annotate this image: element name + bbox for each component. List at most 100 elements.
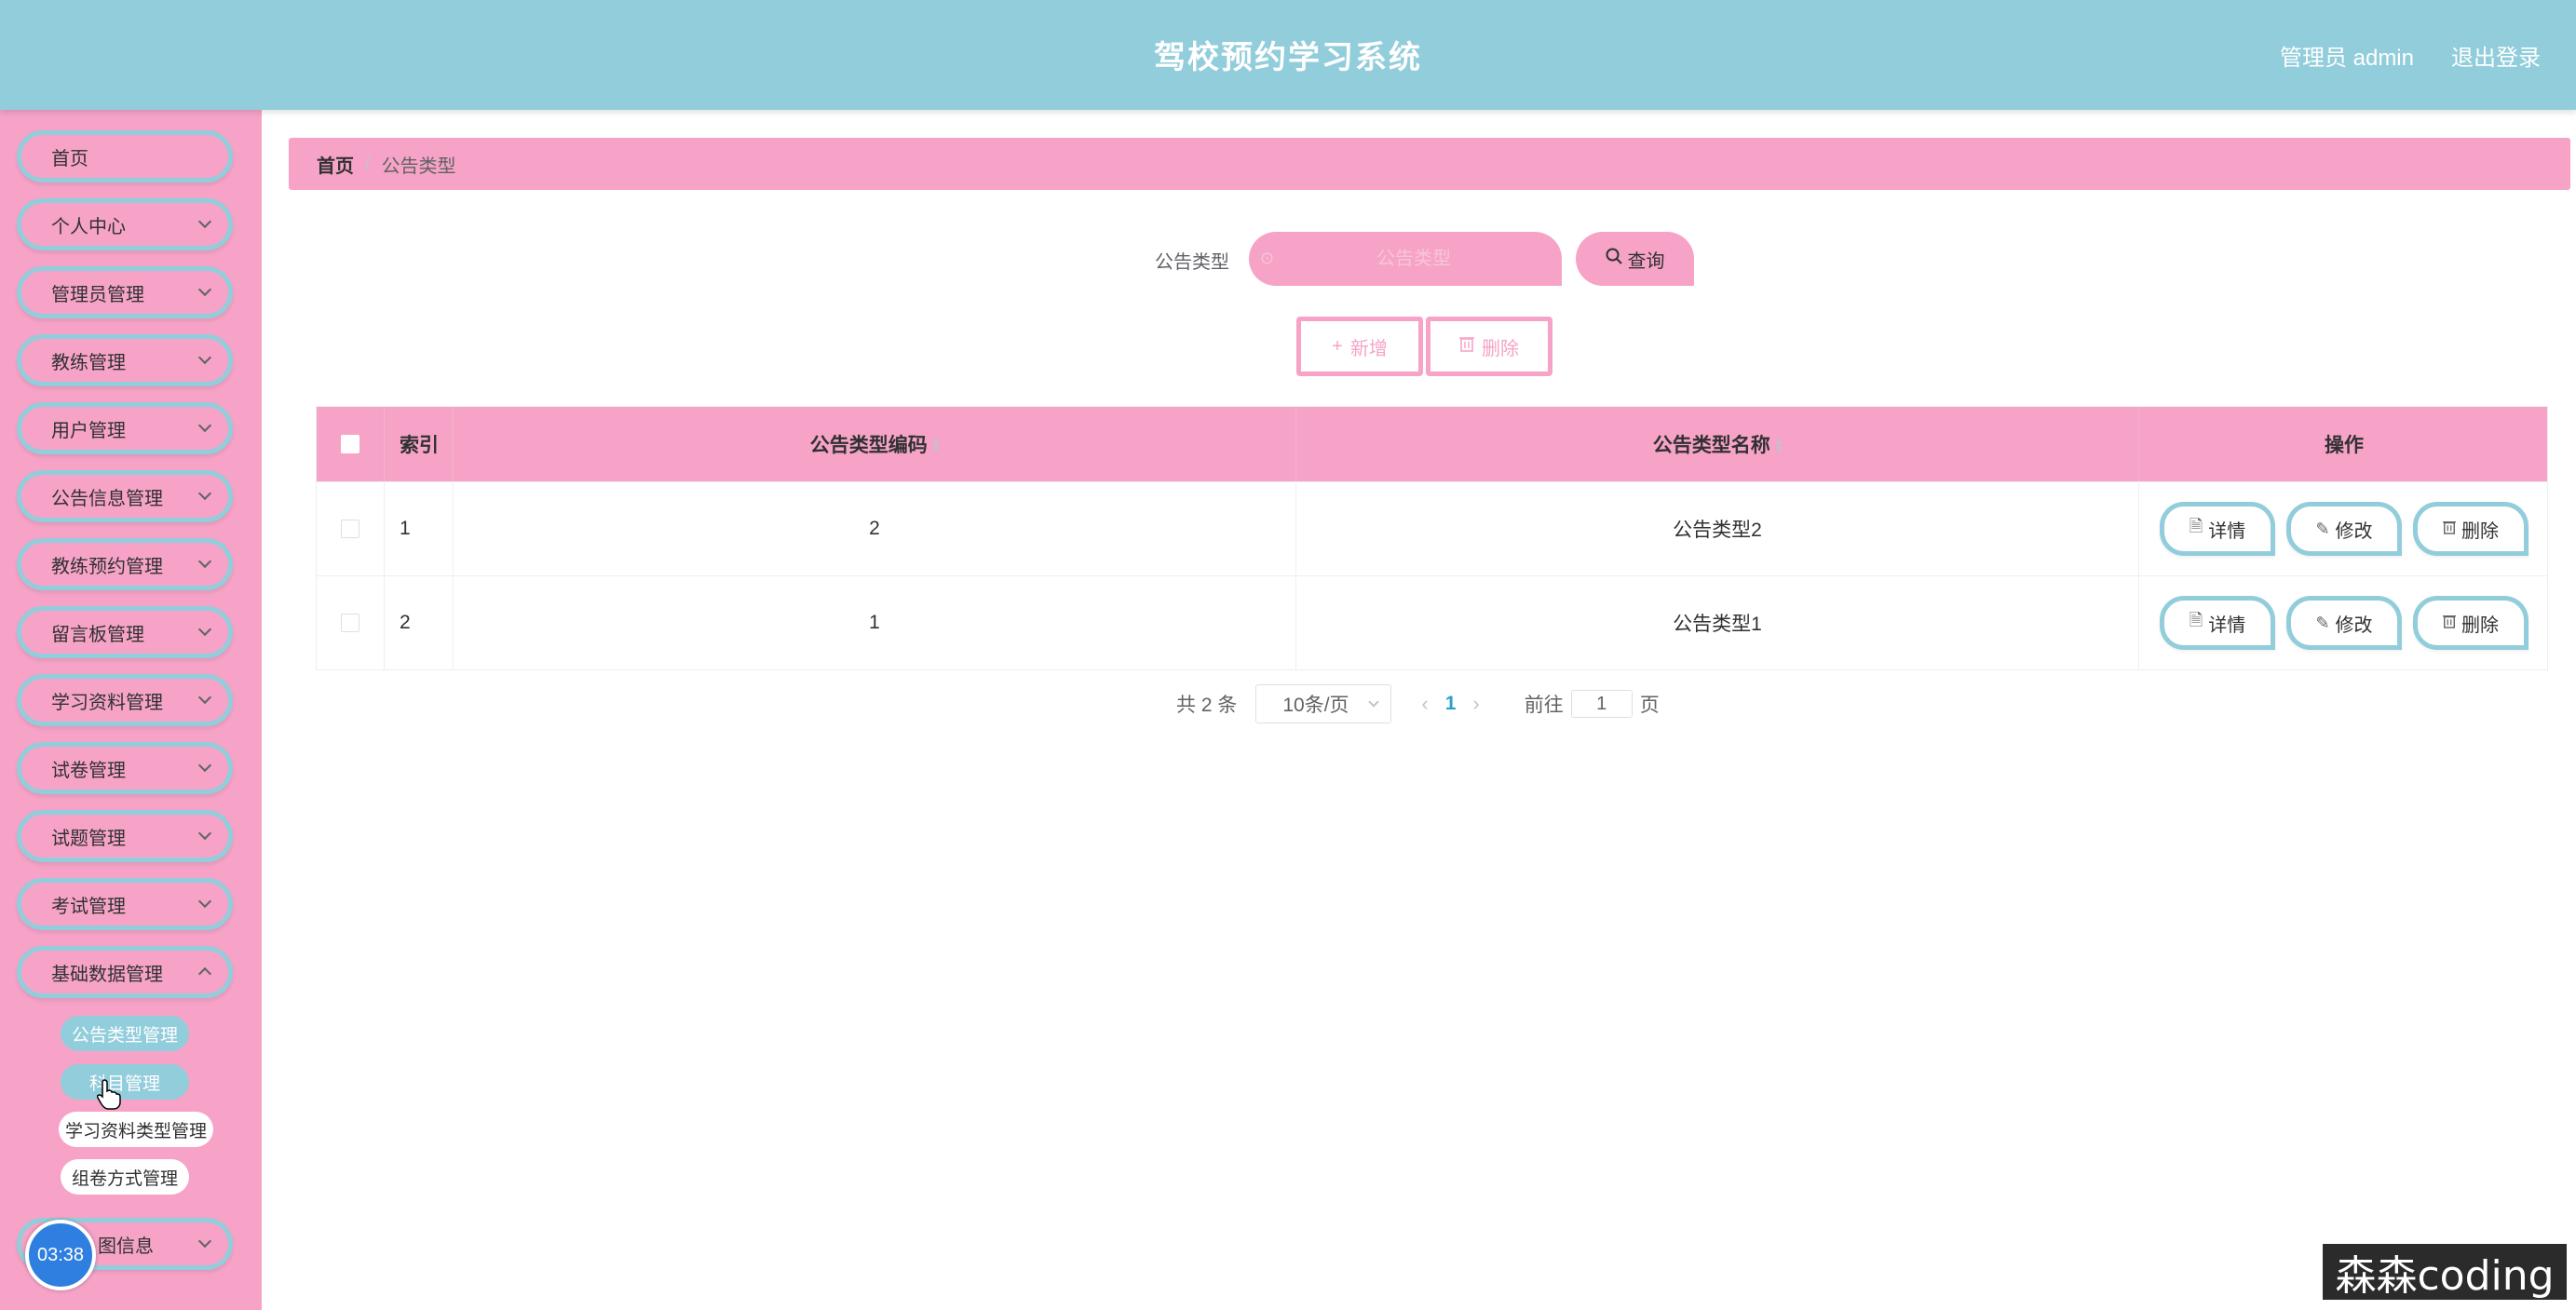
sidebar-item-admin-management[interactable]: 管理员管理 bbox=[17, 266, 233, 318]
sidebar-item-questions[interactable]: 试题管理 bbox=[17, 810, 233, 862]
pagination: 共 2 条 10条/页 ‹ 1 › 前往 页 bbox=[1176, 684, 1660, 723]
detail-button[interactable]: 🗎 详情 bbox=[2160, 596, 2275, 650]
data-table: 索引 公告类型编码 ▴ ▾ 公告类型名称 ▴ ▾ 操作 1 2 公告类型2 🗎 详情… bbox=[316, 406, 2548, 670]
chevron-down-icon bbox=[197, 826, 212, 841]
sidebar-item-home[interactable]: 首页 bbox=[17, 130, 233, 182]
page-size-select[interactable]: 10条/页 bbox=[1255, 684, 1392, 723]
watermark: 森森coding bbox=[2323, 1244, 2567, 1300]
trash-icon bbox=[2443, 520, 2456, 539]
timer-badge[interactable]: 03:38 bbox=[25, 1220, 96, 1290]
edit-button[interactable]: ✎ 修改 bbox=[2286, 502, 2402, 556]
trash-icon bbox=[1459, 335, 1474, 358]
page-number-current[interactable]: 1 bbox=[1445, 693, 1457, 715]
sidebar-item-label: 教练预约管理 bbox=[51, 556, 163, 577]
cell-actions: 🗎 详情 ✎ 修改 删除 bbox=[2139, 576, 2549, 669]
chevron-down-icon bbox=[197, 1234, 212, 1249]
sidebar-item-notice-management[interactable]: 公告信息管理 bbox=[17, 470, 233, 522]
select-all-checkbox[interactable] bbox=[341, 435, 359, 453]
column-header-label: 公告类型编码 bbox=[809, 435, 928, 456]
sidebar-item-exam-papers[interactable]: 试卷管理 bbox=[17, 742, 233, 794]
row-delete-button[interactable]: 删除 bbox=[2413, 596, 2529, 650]
edit-button[interactable]: ✎ 修改 bbox=[2286, 596, 2402, 650]
sidebar-item-base-data[interactable]: 基础数据管理 bbox=[17, 946, 233, 998]
search-icon: ⊙ bbox=[1260, 249, 1275, 267]
cell-name: 公告类型1 bbox=[1296, 576, 2139, 669]
cell-index: 1 bbox=[385, 482, 454, 575]
search-field[interactable]: ⊙ bbox=[1249, 232, 1562, 286]
goto-label: 前往 bbox=[1524, 695, 1564, 716]
pagination-total: 共 2 条 bbox=[1176, 695, 1238, 716]
row-check-cell bbox=[317, 576, 385, 669]
detail-button-label: 详情 bbox=[2208, 520, 2246, 542]
cell-code: 2 bbox=[454, 482, 1296, 575]
chevron-down-icon bbox=[197, 690, 212, 705]
delete-button-label: 删除 bbox=[2461, 614, 2499, 636]
column-header-name[interactable]: 公告类型名称 ▴ ▾ bbox=[1296, 407, 2139, 481]
page-size-value: 10条/页 bbox=[1282, 695, 1349, 716]
cell-code: 1 bbox=[454, 576, 1296, 669]
trash-icon bbox=[2443, 614, 2456, 633]
sidebar-item-label: 用户管理 bbox=[51, 420, 126, 441]
sidebar-item-message-board[interactable]: 留言板管理 bbox=[17, 606, 233, 658]
chevron-down-icon bbox=[197, 214, 212, 229]
query-button-label: 查询 bbox=[1627, 250, 1665, 272]
breadcrumb-home[interactable]: 首页 bbox=[317, 151, 354, 178]
sidebar-item-label: 基础数据管理 bbox=[51, 964, 163, 985]
sidebar-item-label: 试卷管理 bbox=[51, 760, 126, 781]
sidebar-item-personal-center[interactable]: 个人中心 bbox=[17, 198, 233, 250]
column-header-label: 公告类型名称 bbox=[1652, 435, 1770, 456]
sort-icon[interactable]: ▴ ▾ bbox=[933, 434, 940, 454]
add-button[interactable]: + 新增 bbox=[1296, 317, 1423, 376]
search-label: 公告类型 bbox=[1155, 252, 1229, 273]
sidebar-item-study-materials[interactable]: 学习资料管理 bbox=[17, 674, 233, 726]
query-button[interactable]: 查询 bbox=[1576, 232, 1694, 286]
current-user: 管理员 admin bbox=[2279, 46, 2414, 71]
top-header: 驾校预约学习系统 管理员 admin 退出登录 bbox=[0, 0, 2576, 110]
sidebar-item-label: 教练管理 bbox=[51, 352, 126, 373]
delete-button-label: 删除 bbox=[1482, 338, 1519, 359]
chevron-up-icon bbox=[197, 966, 212, 981]
subitem-notice-type[interactable]: 公告类型管理 bbox=[61, 1016, 189, 1051]
sidebar-item-label: 留言板管理 bbox=[51, 624, 144, 645]
row-check-cell bbox=[317, 482, 385, 575]
subitem-subject[interactable]: 科目管理 bbox=[61, 1064, 189, 1100]
chevron-down-icon bbox=[197, 622, 212, 637]
sidebar-item-coach-booking[interactable]: 教练预约管理 bbox=[17, 538, 233, 590]
chevron-down-icon bbox=[197, 554, 212, 569]
prev-page-icon[interactable]: ‹ bbox=[1421, 692, 1428, 716]
goto-page-input[interactable] bbox=[1570, 690, 1633, 718]
chevron-down-icon bbox=[197, 894, 212, 909]
subitem-paper-method[interactable]: 组卷方式管理 bbox=[61, 1159, 189, 1195]
pencil-icon: ✎ bbox=[2315, 519, 2330, 538]
batch-delete-button[interactable]: 删除 bbox=[1426, 317, 1552, 376]
row-checkbox[interactable] bbox=[341, 520, 359, 538]
row-checkbox[interactable] bbox=[341, 614, 359, 632]
sidebar-item-coach-management[interactable]: 教练管理 bbox=[17, 334, 233, 386]
breadcrumb: 首页 / 公告类型 bbox=[289, 138, 2570, 190]
subitem-material-type[interactable]: 学习资料类型管理 bbox=[59, 1112, 213, 1147]
pencil-icon: ✎ bbox=[2315, 613, 2330, 632]
sidebar-item-label: 管理员管理 bbox=[51, 284, 144, 305]
chevron-down-icon bbox=[197, 758, 212, 773]
cell-name: 公告类型2 bbox=[1296, 482, 2139, 575]
sidebar-item-exams[interactable]: 考试管理 bbox=[17, 878, 233, 930]
detail-button-label: 详情 bbox=[2208, 614, 2246, 636]
search-icon bbox=[1606, 248, 1622, 270]
sidebar-item-user-management[interactable]: 用户管理 bbox=[17, 402, 233, 454]
cell-index: 2 bbox=[385, 576, 454, 669]
sidebar-item-label: 学习资料管理 bbox=[51, 692, 163, 713]
breadcrumb-current: 公告类型 bbox=[381, 155, 456, 177]
search-input[interactable] bbox=[1266, 248, 1562, 270]
table-header: 索引 公告类型编码 ▴ ▾ 公告类型名称 ▴ ▾ 操作 bbox=[317, 407, 2547, 481]
chevron-down-icon bbox=[197, 282, 212, 297]
chevron-down-icon bbox=[197, 418, 212, 433]
page-suffix: 页 bbox=[1639, 695, 1660, 716]
next-page-icon[interactable]: › bbox=[1472, 692, 1479, 716]
detail-button[interactable]: 🗎 详情 bbox=[2160, 502, 2275, 556]
logout-link[interactable]: 退出登录 bbox=[2451, 39, 2541, 72]
column-header-code[interactable]: 公告类型编码 ▴ ▾ bbox=[454, 407, 1296, 481]
edit-button-label: 修改 bbox=[2335, 614, 2373, 636]
sort-icon[interactable]: ▴ ▾ bbox=[1776, 434, 1783, 454]
row-delete-button[interactable]: 删除 bbox=[2413, 502, 2529, 556]
breadcrumb-separator: / bbox=[365, 153, 371, 174]
